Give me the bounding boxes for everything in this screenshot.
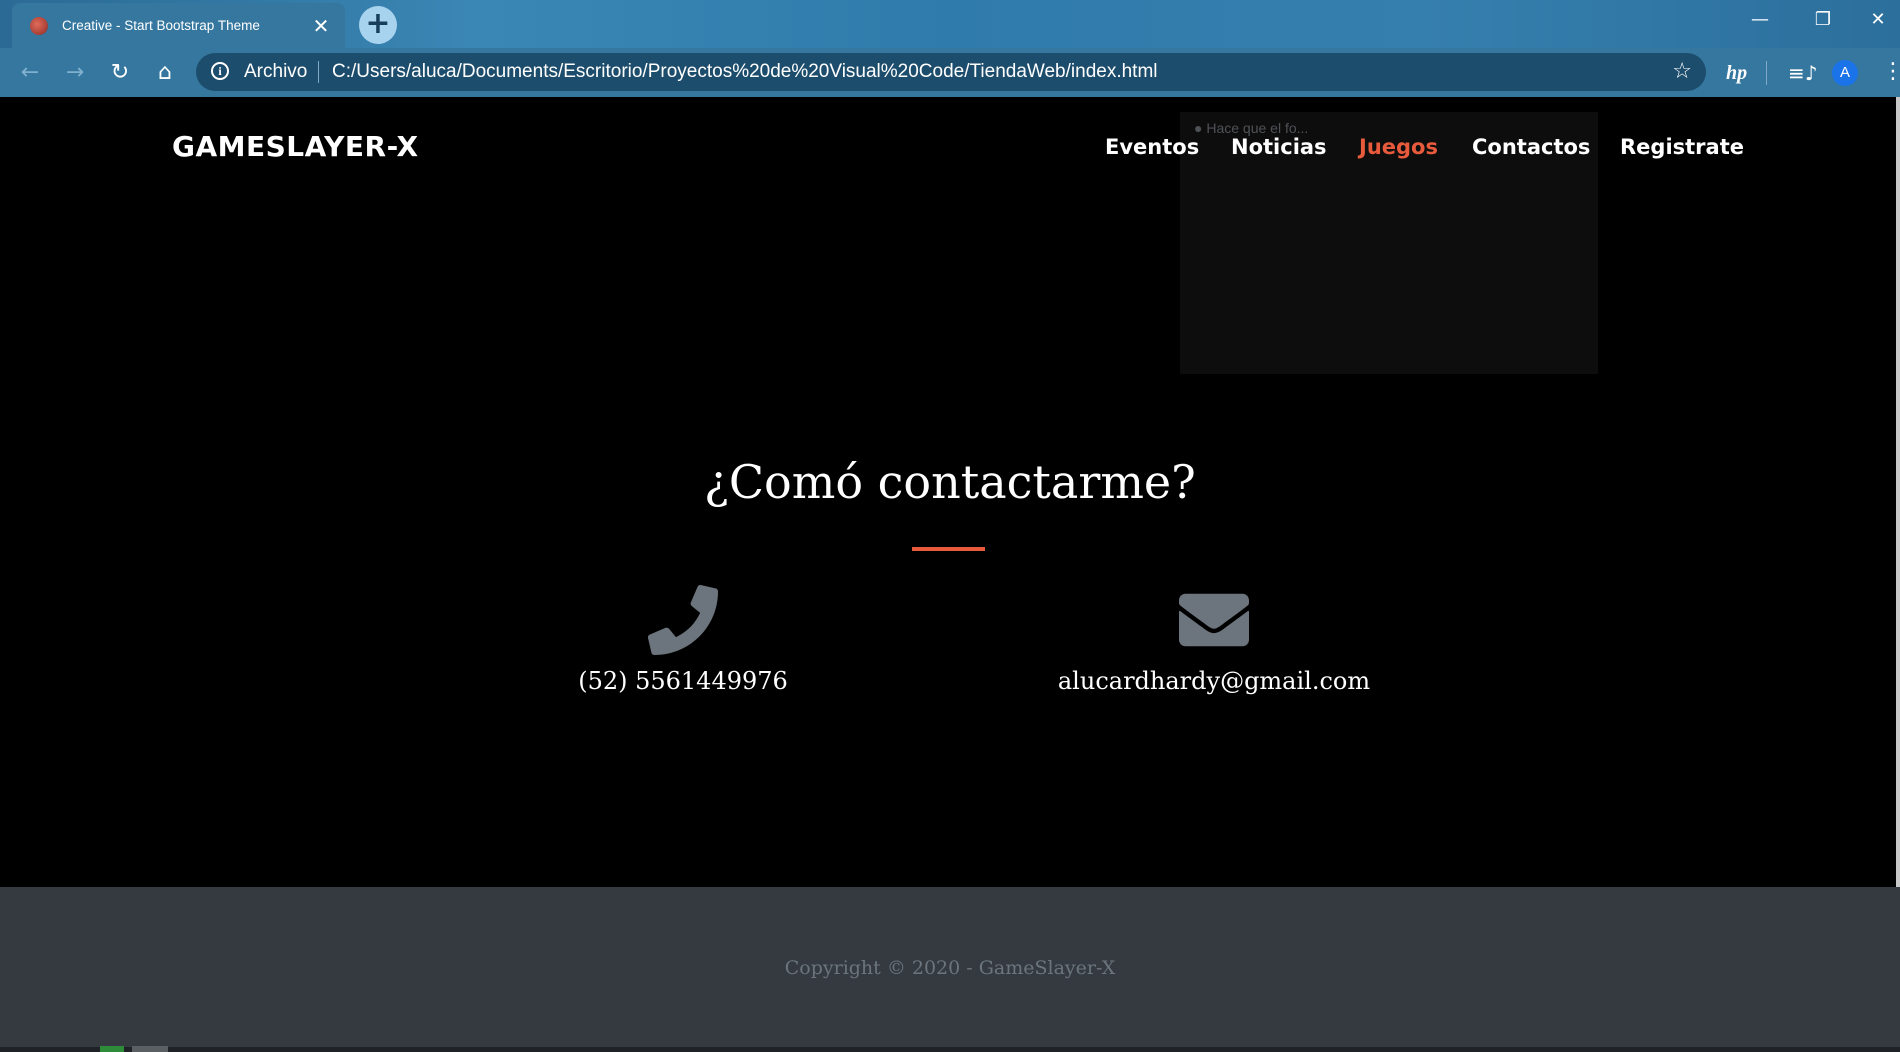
media-playlist-icon[interactable]: ≡♪	[1788, 61, 1818, 85]
page-scrollbar[interactable]	[1896, 97, 1900, 887]
overlay-text: ● Hace que el fo...	[1194, 120, 1309, 136]
taskbar-app-indicator[interactable]	[100, 1046, 124, 1052]
minimize-button[interactable]: —	[1730, 0, 1790, 40]
toolbar-separator	[1766, 61, 1767, 85]
phone-icon	[648, 585, 718, 655]
nav-link-eventos[interactable]: Eventos	[1105, 135, 1199, 159]
email-contact: alucardhardy@gmail.com	[1046, 585, 1382, 695]
address-separator	[318, 61, 319, 83]
profile-avatar[interactable]: A	[1832, 60, 1858, 86]
tab-title: Creative - Start Bootstrap Theme	[62, 18, 260, 33]
favicon-icon	[30, 16, 48, 35]
bookmark-star-icon[interactable]: ☆	[1672, 59, 1692, 84]
kebab-menu-icon[interactable]: ⋮	[1882, 60, 1900, 84]
phone-contact: (52) 5561449976	[563, 585, 803, 695]
browser-tab-strip: Creative - Start Bootstrap Theme ✕ + — ❐…	[0, 0, 1900, 48]
forward-arrow-icon[interactable]: →	[60, 58, 90, 88]
back-arrow-icon[interactable]: ←	[15, 58, 45, 88]
home-icon[interactable]: ⌂	[150, 58, 180, 88]
envelope-icon	[1179, 593, 1249, 647]
title-divider	[912, 547, 985, 551]
info-icon[interactable]: i	[211, 62, 229, 80]
reload-icon[interactable]: ↻	[105, 58, 135, 88]
address-bar[interactable]: i Archivo C:/Users/aluca/Documents/Escri…	[196, 53, 1706, 91]
phone-number[interactable]: (52) 5561449976	[563, 667, 803, 695]
tab-close-icon[interactable]: ✕	[311, 16, 331, 36]
nav-link-registrate[interactable]: Registrate	[1620, 135, 1744, 159]
new-tab-button[interactable]: +	[359, 6, 397, 44]
nav-link-contactos[interactable]: Contactos	[1472, 135, 1590, 159]
site-scheme-label[interactable]: Archivo	[244, 61, 307, 83]
copyright-text: Copyright © 2020 - GameSlayer-X	[784, 957, 1116, 979]
contact-title: ¿Comó contactarme?	[704, 455, 1196, 509]
email-address[interactable]: alucardhardy@gmail.com	[1046, 667, 1382, 695]
taskbar-app-indicator-2[interactable]	[132, 1046, 168, 1052]
restore-button[interactable]: ❐	[1793, 0, 1853, 40]
browser-tab[interactable]: Creative - Start Bootstrap Theme ✕	[12, 3, 345, 48]
site-footer: Copyright © 2020 - GameSlayer-X	[0, 887, 1900, 1052]
nav-link-noticias[interactable]: Noticias	[1231, 135, 1327, 159]
site-brand[interactable]: GAMESLAYER-X	[172, 130, 419, 163]
nav-link-juegos[interactable]: Juegos	[1359, 135, 1438, 159]
url-text[interactable]: C:/Users/aluca/Documents/Escritorio/Proy…	[332, 61, 1158, 83]
browser-toolbar: ← → ↻ ⌂ i Archivo C:/Users/aluca/Documen…	[0, 48, 1900, 97]
taskbar-strip	[0, 1047, 1900, 1052]
site-navbar: ● Hace que el fo... GAMESLAYER-X Eventos…	[0, 97, 1900, 374]
hp-extension-icon[interactable]: hp	[1726, 61, 1747, 85]
close-window-button[interactable]: ✕	[1856, 0, 1900, 40]
